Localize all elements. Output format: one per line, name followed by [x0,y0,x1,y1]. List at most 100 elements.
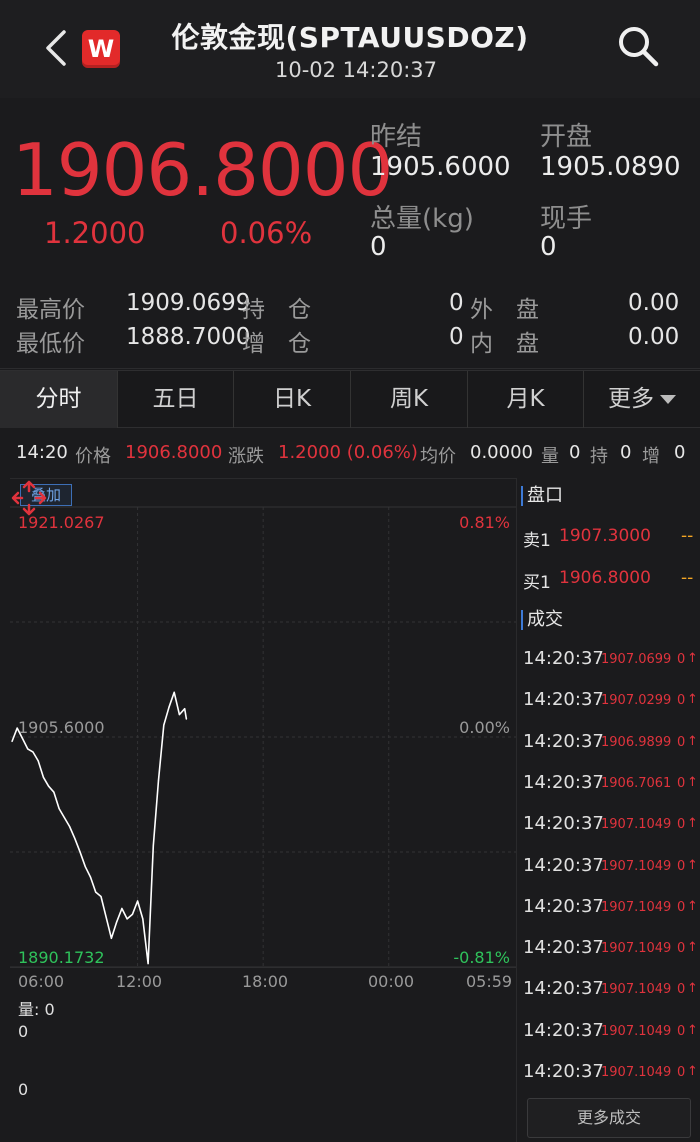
price-point [126,918,128,920]
trade-row: 14:20:37 1907.1049 0 ↑ [523,978,700,1002]
trade-time: 14:20:37 [523,648,604,669]
tab-more[interactable]: 更多 [584,371,700,428]
trade-qty: 0 [677,858,686,874]
tab-more-label: 更多 [608,386,654,412]
order-book-title: 盘口 [521,486,563,506]
y-ref-pct-label: 0.00% [459,718,510,737]
price-point [137,900,139,902]
period-tabs: 分时 五日 日K 周K 月K 更多 [0,370,700,428]
y-min-pct-label: -0.81% [453,948,510,967]
y-ref-label: 1905.6000 [18,718,105,737]
up-arrow-icon: ↑ [687,692,698,708]
trade-qty: 0 [677,775,686,791]
trade-row: 14:20:37 1907.0699 0 ↑ [523,648,700,672]
trade-time: 14:20:37 [523,895,604,917]
up-arrow-icon: ↑ [687,857,698,873]
time-tick: 05:59 [466,972,513,991]
bid-row: 买1 1906.8000 -- [523,568,699,593]
y-max-pct-label: 0.81% [459,513,510,532]
trade-price: 1907.1049 [601,858,672,874]
up-arrow-icon: ↑ [687,981,698,997]
info-avg-label: 均价 [420,446,456,467]
trade-price: 1907.1049 [601,899,672,915]
tab-daily-k[interactable]: 日K [234,371,351,428]
intraday-chart[interactable]: 叠加 1921.0267 0.81% 1905.6000 0.00% 1890.… [10,478,516,968]
bid-volume: -- [681,568,694,588]
trade-price: 1907.0299 [601,693,672,709]
oi-label: 持 仓 [242,297,311,323]
up-arrow-icon: ↑ [687,940,698,956]
trade-time: 14:20:37 [523,689,604,711]
price-point [42,776,45,778]
trade-price: 1907.1049 [601,1065,672,1080]
trade-row: 14:20:37 1907.1049 0 ↑ [523,937,700,961]
trade-time: 14:20:37 [523,1061,604,1082]
trade-qty: 0 [677,734,686,750]
info-chg-label: 涨跌 [228,446,264,467]
trade-price: 1907.1049 [601,817,672,833]
ask-price: 1907.3000 [559,526,651,546]
tab-five-day[interactable]: 五日 [118,371,234,428]
quote-datetime: 10-02 14:20:37 [274,58,437,82]
info-time: 14:20 [16,442,68,463]
stat-row-low: 最低价 1888.7000 增 仓 0 内 盘 0.00 [0,324,700,358]
trade-time: 14:20:37 [523,937,604,959]
last-price: 1906.8000 [12,128,393,212]
trade-price: 1907.0699 [601,652,672,667]
info-price-label: 价格 [75,446,111,467]
tab-monthly-k[interactable]: 月K [468,371,584,428]
trade-price: 1907.1049 [601,982,672,998]
outer-label: 外 盘 [470,297,539,323]
trade-price: 1906.9899 [601,734,672,750]
trade-row: 14:20:37 1907.1049 0 ↑ [523,855,700,879]
up-arrow-icon: ↑ [687,774,698,790]
tab-weekly-k[interactable]: 周K [351,371,468,428]
trade-qty: 0 [677,982,686,998]
info-chg: 1.2000 (0.06%) [278,442,418,463]
time-tick: 06:00 [18,972,65,991]
info-vol-label: 量 [541,446,559,467]
price-point [95,891,97,893]
info-add: 0 [674,442,686,463]
price-point [168,706,170,708]
trade-row: 14:20:37 1906.9899 0 ↑ [523,731,700,755]
open-value: 1905.0890 [540,152,681,182]
price-point [184,708,186,710]
price-change-pct: 0.06% [220,216,313,250]
volume-panel: 量: 0 0 0 [10,994,516,1142]
last-vol-value: 0 [540,232,557,262]
price-point [48,785,50,787]
trade-price: 1907.1049 [601,941,672,957]
volume-label: 量: 0 [18,1000,55,1019]
trade-qty: 0 [677,1023,686,1039]
time-tick: 00:00 [368,972,415,991]
price-point [163,724,165,726]
trade-time: 14:20:37 [523,771,604,793]
info-oi: 0 [620,442,632,463]
price-point [152,845,154,847]
trade-time: 14:20:37 [523,1019,604,1041]
y-min-label: 1890.1732 [18,948,105,967]
price-point [11,740,13,743]
info-vol: 0 [569,442,581,463]
trade-row: 14:20:37 1907.1049 0 ↑ [523,896,700,920]
tab-intraday[interactable]: 分时 [0,371,118,428]
price-point [121,907,123,910]
prev-settle-value: 1905.6000 [370,152,511,182]
drag-move-icon[interactable] [10,479,48,517]
price-point [89,876,92,878]
price-point [178,714,180,716]
price-point [37,760,39,762]
high-label: 最高价 [16,297,85,323]
more-trades-button[interactable]: 更多成交 [527,1098,691,1138]
search-icon[interactable] [616,24,660,68]
low-label: 最低价 [16,331,85,357]
trade-qty: 0 [677,693,686,709]
price-point [27,748,29,750]
price-point [53,791,55,793]
trade-qty: 0 [677,899,686,915]
price-point [131,913,133,915]
price-point [105,916,107,918]
up-arrow-icon: ↑ [687,1022,698,1038]
trade-row: 14:20:37 1907.0299 0 ↑ [523,689,700,713]
